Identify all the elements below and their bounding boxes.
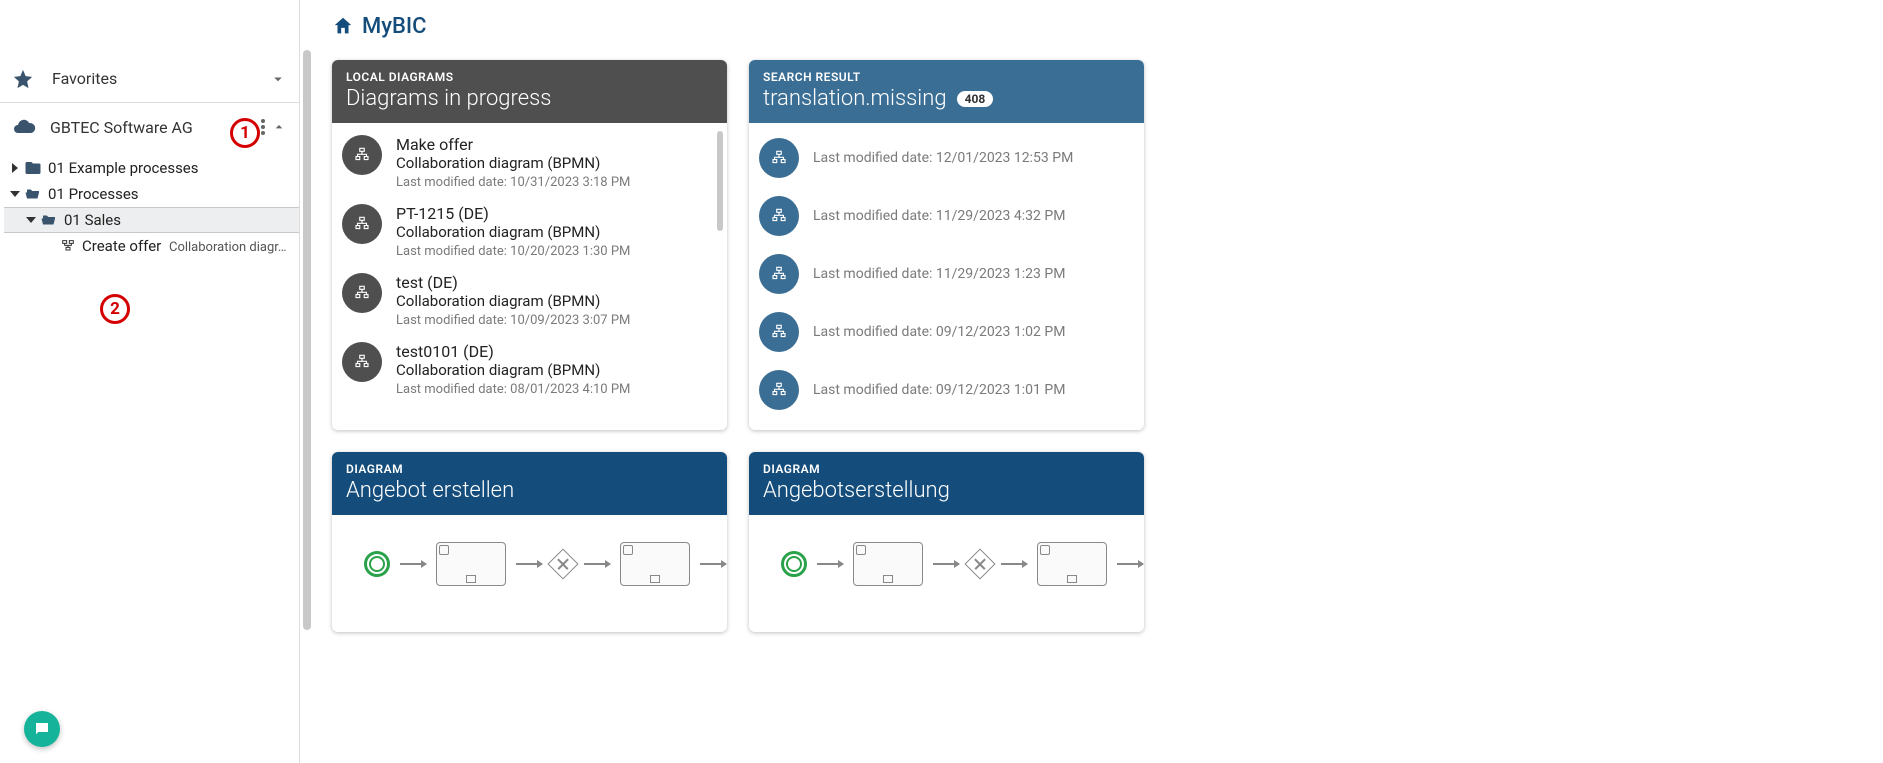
bpmn-task-icon (436, 542, 506, 586)
list-item[interactable]: Last modified date: 11/29/2023 1:23 PM (759, 245, 1134, 303)
folder-open-icon (40, 211, 58, 229)
item-meta: Last modified date: 11/29/2023 1:23 PM (813, 266, 1065, 282)
home-icon (332, 15, 354, 37)
card-title: translation.missing 408 (763, 86, 1130, 111)
list-item[interactable]: Last modified date: 09/12/2023 1:02 PM (759, 303, 1134, 361)
diagram-icon (342, 273, 382, 313)
card-diagram-angebotserstellung[interactable]: DIAGRAM Angebotserstellung (749, 452, 1144, 632)
card-header: DIAGRAM Angebot erstellen (332, 452, 727, 515)
star-icon (12, 68, 34, 90)
arrow-icon (1001, 563, 1027, 565)
folder-icon (24, 159, 42, 177)
diagram-icon (342, 204, 382, 244)
diagram-icon (342, 135, 382, 175)
card-sup: DIAGRAM (763, 462, 1130, 476)
bpmn-task-icon (853, 542, 923, 586)
sidebar: Favorites GBTEC Software AG 01 Example p… (0, 0, 300, 763)
list-item[interactable]: Last modified date: 12/01/2023 12:53 PM (759, 129, 1134, 187)
card-diagram-angebot-erstellen[interactable]: DIAGRAM Angebot erstellen (332, 452, 727, 632)
annotation-1: 1 (230, 118, 260, 148)
sidebar-scrollbar[interactable] (303, 50, 311, 630)
diagram-icon (759, 138, 799, 178)
item-meta: Last modified date: 09/12/2023 1:01 PM (813, 382, 1065, 398)
chevron-down-icon (269, 70, 287, 88)
tree-label: 01 Processes (48, 185, 139, 203)
card-header: SEARCH RESULT translation.missing 408 (749, 60, 1144, 123)
card-sup: DIAGRAM (346, 462, 713, 476)
help-fab[interactable] (24, 711, 60, 747)
arrow-icon (400, 563, 426, 565)
tree-node-processes[interactable]: 01 Processes (4, 181, 299, 207)
card-sup: SEARCH RESULT (763, 70, 1130, 84)
diagram-preview (749, 515, 1144, 625)
sidebar-favorites[interactable]: Favorites (0, 55, 299, 103)
list-item[interactable]: Make offer Collaboration diagram (BPMN) … (342, 129, 717, 198)
list-item[interactable]: Last modified date: 09/12/2023 1:01 PM (759, 361, 1134, 419)
bpmn-start-event-icon (364, 551, 390, 577)
diagram-icon (759, 254, 799, 294)
favorites-label: Favorites (52, 69, 269, 88)
caret-down-icon (10, 189, 20, 199)
diagram-icon (342, 342, 382, 382)
tree-label: 01 Sales (64, 211, 121, 229)
cloud-icon (12, 115, 36, 139)
tree-node-example-processes[interactable]: 01 Example processes (4, 155, 299, 181)
list-text: test0101 (DE) Collaboration diagram (BPM… (396, 342, 630, 397)
bpmn-task-icon (620, 542, 690, 586)
main-area: MyBIC LOCAL DIAGRAMS Diagrams in progres… (312, 0, 1883, 763)
card-header: LOCAL DIAGRAMS Diagrams in progress (332, 60, 727, 123)
arrow-icon (933, 563, 959, 565)
tree-node-sales[interactable]: 01 Sales (4, 207, 299, 233)
folder-open-icon (24, 185, 42, 203)
annotation-2: 2 (100, 294, 130, 324)
card-body: Make offer Collaboration diagram (BPMN) … (332, 123, 727, 425)
card-search-result: SEARCH RESULT translation.missing 408 La… (749, 60, 1144, 430)
card-title: Angebot erstellen (346, 478, 713, 503)
tree-node-create-offer[interactable]: Create offer Collaboration diagr… (4, 233, 299, 259)
bpmn-task-icon (1037, 542, 1107, 586)
diagram-preview (332, 515, 727, 625)
list-text: test (DE) Collaboration diagram (BPMN) L… (396, 273, 630, 328)
more-icon[interactable] (261, 119, 265, 135)
caret-right-icon (10, 163, 20, 173)
list-text: PT-1215 (DE) Collaboration diagram (BPMN… (396, 204, 630, 259)
arrow-icon (700, 563, 726, 565)
item-meta: Last modified date: 12/01/2023 12:53 PM (813, 150, 1073, 166)
list-item[interactable]: PT-1215 (DE) Collaboration diagram (BPMN… (342, 198, 717, 267)
item-meta: Last modified date: 11/29/2023 4:32 PM (813, 208, 1065, 224)
tree-label: Create offer Collaboration diagr… (82, 237, 287, 255)
page-title: MyBIC (362, 14, 427, 39)
sidebar-tree: 01 Example processes 01 Processes 01 Sal… (0, 151, 299, 259)
tree-label: 01 Example processes (48, 159, 199, 177)
caret-down-icon (26, 215, 36, 225)
arrow-icon (1117, 563, 1143, 565)
arrow-icon (516, 563, 542, 565)
list-text: Make offer Collaboration diagram (BPMN) … (396, 135, 630, 190)
card-local-diagrams: LOCAL DIAGRAMS Diagrams in progress Make… (332, 60, 727, 430)
item-meta: Last modified date: 09/12/2023 1:02 PM (813, 324, 1065, 340)
arrow-icon (817, 563, 843, 565)
card-scrollbar[interactable] (717, 131, 723, 231)
diagram-icon (759, 370, 799, 410)
diagram-icon (759, 312, 799, 352)
help-icon (33, 720, 51, 738)
list-item[interactable]: test (DE) Collaboration diagram (BPMN) L… (342, 267, 717, 336)
card-title: Diagrams in progress (346, 86, 713, 111)
list-item[interactable]: test0101 (DE) Collaboration diagram (BPM… (342, 336, 717, 405)
card-title: Angebotserstellung (763, 478, 1130, 503)
card-sup: LOCAL DIAGRAMS (346, 70, 713, 84)
diagram-icon (759, 196, 799, 236)
arrow-icon (584, 563, 610, 565)
hierarchy-icon (60, 238, 76, 254)
chevron-up-icon (271, 119, 287, 135)
count-badge: 408 (957, 91, 994, 107)
bpmn-start-event-icon (781, 551, 807, 577)
card-body: Last modified date: 12/01/2023 12:53 PM … (749, 123, 1144, 425)
breadcrumb[interactable]: MyBIC (332, 8, 1863, 44)
card-header: DIAGRAM Angebotserstellung (749, 452, 1144, 515)
bpmn-gateway-icon (547, 548, 578, 579)
list-item[interactable]: Last modified date: 11/29/2023 4:32 PM (759, 187, 1134, 245)
bpmn-gateway-icon (964, 548, 995, 579)
